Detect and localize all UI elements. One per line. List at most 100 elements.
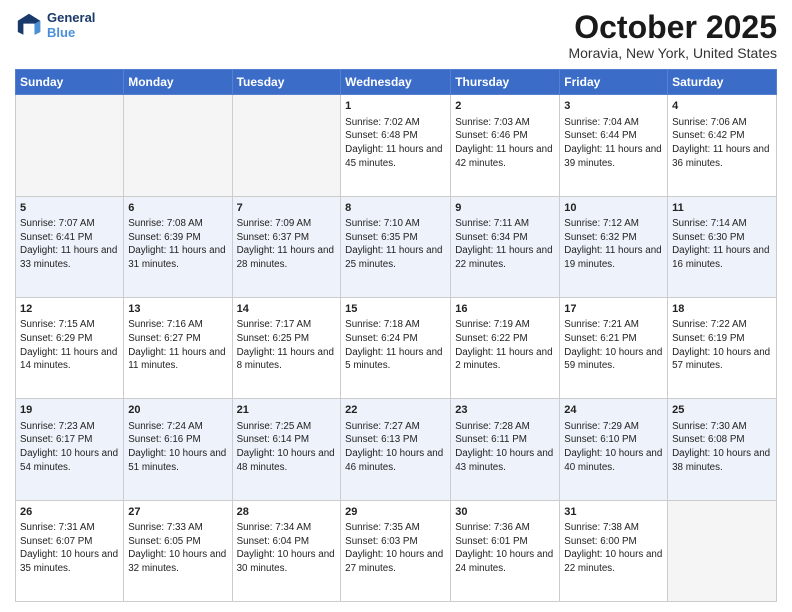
location: Moravia, New York, United States [568, 45, 777, 61]
day-number: 8 [345, 201, 446, 216]
day-number: 21 [237, 403, 337, 418]
calendar-cell: 26Sunrise: 7:31 AMSunset: 6:07 PMDayligh… [16, 500, 124, 601]
calendar-cell: 11Sunrise: 7:14 AMSunset: 6:30 PMDayligh… [668, 196, 777, 297]
day-number: 17 [564, 302, 663, 317]
month-title: October 2025 [568, 10, 777, 45]
day-info: Sunrise: 7:19 AMSunset: 6:22 PMDaylight:… [455, 318, 555, 373]
day-number: 2 [455, 99, 555, 114]
day-number: 3 [564, 99, 663, 114]
day-info: Sunrise: 7:27 AMSunset: 6:13 PMDaylight:… [345, 420, 446, 475]
day-header-friday: Friday [560, 70, 668, 95]
day-info: Sunrise: 7:17 AMSunset: 6:25 PMDaylight:… [237, 318, 337, 373]
day-number: 1 [345, 99, 446, 114]
day-info: Sunrise: 7:38 AMSunset: 6:00 PMDaylight:… [564, 521, 663, 576]
calendar-cell [124, 95, 232, 196]
day-number: 29 [345, 505, 446, 520]
day-info: Sunrise: 7:25 AMSunset: 6:14 PMDaylight:… [237, 420, 337, 475]
day-number: 16 [455, 302, 555, 317]
day-info: Sunrise: 7:09 AMSunset: 6:37 PMDaylight:… [237, 217, 337, 272]
calendar-cell: 21 Sunrise: 7:25 AMSunset: 6:14 PMDayligh… [232, 399, 341, 500]
day-header-thursday: Thursday [451, 70, 560, 95]
day-header-wednesday: Wednesday [341, 70, 451, 95]
calendar-cell: 28Sunrise: 7:34 AMSunset: 6:04 PMDayligh… [232, 500, 341, 601]
calendar-cell: 31Sunrise: 7:38 AMSunset: 6:00 PMDayligh… [560, 500, 668, 601]
day-info: Sunrise: 7:31 AMSunset: 6:07 PMDaylight:… [20, 521, 119, 576]
calendar-cell: 2Sunrise: 7:03 AMSunset: 6:46 PMDaylight… [451, 95, 560, 196]
day-number: 10 [564, 201, 663, 216]
day-info: Sunrise: 7:12 AMSunset: 6:32 PMDaylight:… [564, 217, 663, 272]
day-number: 24 [564, 403, 663, 418]
calendar-cell: 6Sunrise: 7:08 AMSunset: 6:39 PMDaylight… [124, 196, 232, 297]
calendar-body: 1 Sunrise: 7:02 AMSunset: 6:48 PMDaylight… [16, 95, 777, 602]
calendar-cell: 22 Sunrise: 7:27 AMSunset: 6:13 PMDayligh… [341, 399, 451, 500]
calendar-cell: 1 Sunrise: 7:02 AMSunset: 6:48 PMDaylight… [341, 95, 451, 196]
calendar-cell: 13Sunrise: 7:16 AMSunset: 6:27 PMDayligh… [124, 297, 232, 398]
logo-icon [15, 11, 43, 39]
logo-text: General Blue [47, 10, 95, 40]
calendar-cell: 24Sunrise: 7:29 AMSunset: 6:10 PMDayligh… [560, 399, 668, 500]
day-number: 27 [128, 505, 227, 520]
day-number: 23 [455, 403, 555, 418]
day-info: Sunrise: 7:06 AMSunset: 6:42 PMDaylight:… [672, 116, 772, 171]
calendar-cell: 4Sunrise: 7:06 AMSunset: 6:42 PMDaylight… [668, 95, 777, 196]
day-number: 26 [20, 505, 119, 520]
day-number: 19 [20, 403, 119, 418]
calendar-cell: 25 Sunrise: 7:30 AMSunset: 6:08 PMDayligh… [668, 399, 777, 500]
day-number: 13 [128, 302, 227, 317]
day-info: Sunrise: 7:35 AMSunset: 6:03 PMDaylight:… [345, 521, 446, 576]
calendar-cell: 12Sunrise: 7:15 AMSunset: 6:29 PMDayligh… [16, 297, 124, 398]
day-number: 22 [345, 403, 446, 418]
day-info: Sunrise: 7:36 AMSunset: 6:01 PMDaylight:… [455, 521, 555, 576]
day-info: Sunrise: 7:16 AMSunset: 6:27 PMDaylight:… [128, 318, 227, 373]
calendar-cell: 20 Sunrise: 7:24 AMSunset: 6:16 PMDayligh… [124, 399, 232, 500]
day-info: Sunrise: 7:02 AMSunset: 6:48 PMDaylight:… [345, 116, 446, 171]
day-number: 30 [455, 505, 555, 520]
day-number: 15 [345, 302, 446, 317]
day-info: Sunrise: 7:34 AMSunset: 6:04 PMDaylight:… [237, 521, 337, 576]
calendar-cell: 15Sunrise: 7:18 AMSunset: 6:24 PMDayligh… [341, 297, 451, 398]
day-info: Sunrise: 7:24 AMSunset: 6:16 PMDaylight:… [128, 420, 227, 475]
day-info: Sunrise: 7:30 AMSunset: 6:08 PMDaylight:… [672, 420, 772, 475]
calendar-cell: 3 Sunrise: 7:04 AMSunset: 6:44 PMDaylight… [560, 95, 668, 196]
day-number: 18 [672, 302, 772, 317]
day-info: Sunrise: 7:11 AMSunset: 6:34 PMDaylight:… [455, 217, 555, 272]
day-info: Sunrise: 7:04 AMSunset: 6:44 PMDaylight:… [564, 116, 663, 171]
calendar-table: SundayMondayTuesdayWednesdayThursdayFrid… [15, 69, 777, 602]
day-number: 9 [455, 201, 555, 216]
day-number: 20 [128, 403, 227, 418]
page: General Blue October 2025 Moravia, New Y… [0, 0, 792, 612]
day-number: 31 [564, 505, 663, 520]
day-header-monday: Monday [124, 70, 232, 95]
calendar-cell [232, 95, 341, 196]
day-info: Sunrise: 7:28 AMSunset: 6:11 PMDaylight:… [455, 420, 555, 475]
calendar-cell: 9Sunrise: 7:11 AMSunset: 6:34 PMDaylight… [451, 196, 560, 297]
week-row-3: 12Sunrise: 7:15 AMSunset: 6:29 PMDayligh… [16, 297, 777, 398]
day-info: Sunrise: 7:10 AMSunset: 6:35 PMDaylight:… [345, 217, 446, 272]
day-number: 28 [237, 505, 337, 520]
calendar-cell: 7Sunrise: 7:09 AMSunset: 6:37 PMDaylight… [232, 196, 341, 297]
calendar-cell: 17Sunrise: 7:21 AMSunset: 6:21 PMDayligh… [560, 297, 668, 398]
day-number: 6 [128, 201, 227, 216]
week-row-2: 5Sunrise: 7:07 AMSunset: 6:41 PMDaylight… [16, 196, 777, 297]
calendar-cell: 23 Sunrise: 7:28 AMSunset: 6:11 PMDayligh… [451, 399, 560, 500]
day-header-saturday: Saturday [668, 70, 777, 95]
calendar-cell: 8Sunrise: 7:10 AMSunset: 6:35 PMDaylight… [341, 196, 451, 297]
days-header-row: SundayMondayTuesdayWednesdayThursdayFrid… [16, 70, 777, 95]
day-info: Sunrise: 7:15 AMSunset: 6:29 PMDaylight:… [20, 318, 119, 373]
week-row-4: 19Sunrise: 7:23 AMSunset: 6:17 PMDayligh… [16, 399, 777, 500]
calendar-cell [16, 95, 124, 196]
day-number: 12 [20, 302, 119, 317]
day-info: Sunrise: 7:33 AMSunset: 6:05 PMDaylight:… [128, 521, 227, 576]
day-number: 7 [237, 201, 337, 216]
calendar-cell: 10Sunrise: 7:12 AMSunset: 6:32 PMDayligh… [560, 196, 668, 297]
header: General Blue October 2025 Moravia, New Y… [15, 10, 777, 61]
calendar-cell: 29Sunrise: 7:35 AMSunset: 6:03 PMDayligh… [341, 500, 451, 601]
day-info: Sunrise: 7:07 AMSunset: 6:41 PMDaylight:… [20, 217, 119, 272]
calendar-cell: 14Sunrise: 7:17 AMSunset: 6:25 PMDayligh… [232, 297, 341, 398]
calendar-cell: 27Sunrise: 7:33 AMSunset: 6:05 PMDayligh… [124, 500, 232, 601]
day-info: Sunrise: 7:18 AMSunset: 6:24 PMDaylight:… [345, 318, 446, 373]
logo: General Blue [15, 10, 95, 40]
day-number: 5 [20, 201, 119, 216]
day-number: 25 [672, 403, 772, 418]
calendar-cell: 30Sunrise: 7:36 AMSunset: 6:01 PMDayligh… [451, 500, 560, 601]
